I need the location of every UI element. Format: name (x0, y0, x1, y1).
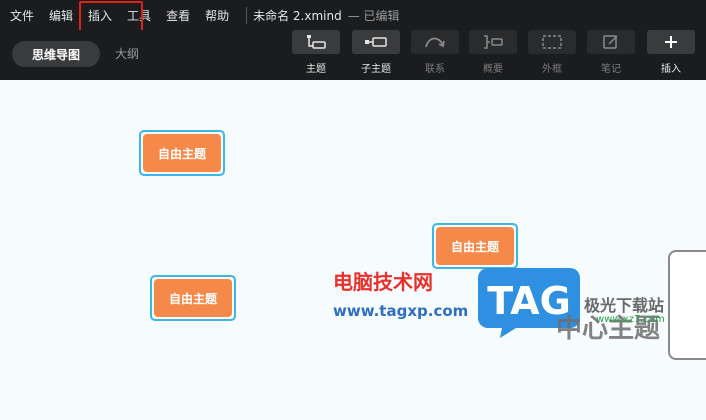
menu-help[interactable]: 帮助 (205, 7, 229, 24)
menu-edit[interactable]: 编辑 (49, 7, 73, 24)
note-label: 笔记 (601, 64, 621, 75)
topic-label: 主题 (306, 64, 326, 75)
floating-topic-1[interactable]: 自由主题 (139, 130, 225, 176)
relationship-button[interactable] (411, 30, 459, 54)
insert-button[interactable] (647, 30, 695, 54)
note-icon (603, 35, 618, 49)
subtopic-label: 子主题 (361, 64, 391, 75)
mindmap-canvas[interactable] (0, 80, 706, 420)
menu-file[interactable]: 文件 (10, 7, 34, 24)
floating-topic-label: 自由主题 (143, 134, 221, 172)
note-tool[interactable]: 笔记 (587, 30, 635, 80)
watermark-site-name: 电脑技术网 (333, 270, 433, 294)
toolbar: 思维导图 大纲 主题 子主题 联系 概要 外框 笔记 插入 (0, 30, 706, 80)
watermark-site-url: www.tagxp.com (333, 302, 469, 320)
document-status: — 已编辑 (347, 8, 400, 23)
central-topic[interactable] (668, 250, 706, 360)
relationship-tool[interactable]: 联系 (411, 30, 459, 80)
menu-view[interactable]: 查看 (166, 7, 190, 24)
boundary-icon (542, 35, 562, 49)
subtopic-button[interactable] (352, 30, 400, 54)
plus-icon (665, 36, 677, 48)
insert-tool[interactable]: 插入 (647, 30, 695, 80)
summary-label: 概要 (483, 64, 503, 75)
boundary-button[interactable] (528, 30, 576, 54)
boundary-label: 外框 (542, 64, 562, 75)
topic-tool[interactable]: 主题 (292, 30, 340, 80)
topic-icon (307, 35, 326, 49)
boundary-tool[interactable]: 外框 (528, 30, 576, 80)
floating-topic-label: 自由主题 (436, 227, 514, 265)
subtopic-icon (365, 37, 387, 47)
note-button[interactable] (587, 30, 635, 54)
watermark-brand-url: www.xz7.com (596, 314, 665, 325)
summary-button[interactable] (469, 30, 517, 54)
floating-topic-3[interactable]: 自由主题 (150, 275, 236, 321)
mindmap-view-tab[interactable]: 思维导图 (12, 41, 100, 67)
summary-icon (484, 35, 503, 49)
document-title: 未命名 2.xmind (246, 6, 342, 24)
relationship-label: 联系 (425, 64, 445, 75)
watermark-brand: 极光下载站 (584, 296, 665, 315)
relationship-icon (425, 37, 445, 48)
floating-topic-label: 自由主题 (154, 279, 232, 317)
summary-tool[interactable]: 概要 (469, 30, 517, 80)
insert-label: 插入 (661, 64, 681, 75)
topic-button[interactable] (292, 30, 340, 54)
subtopic-tool[interactable]: 子主题 (352, 30, 400, 80)
outline-view-tab[interactable]: 大纲 (115, 45, 139, 62)
